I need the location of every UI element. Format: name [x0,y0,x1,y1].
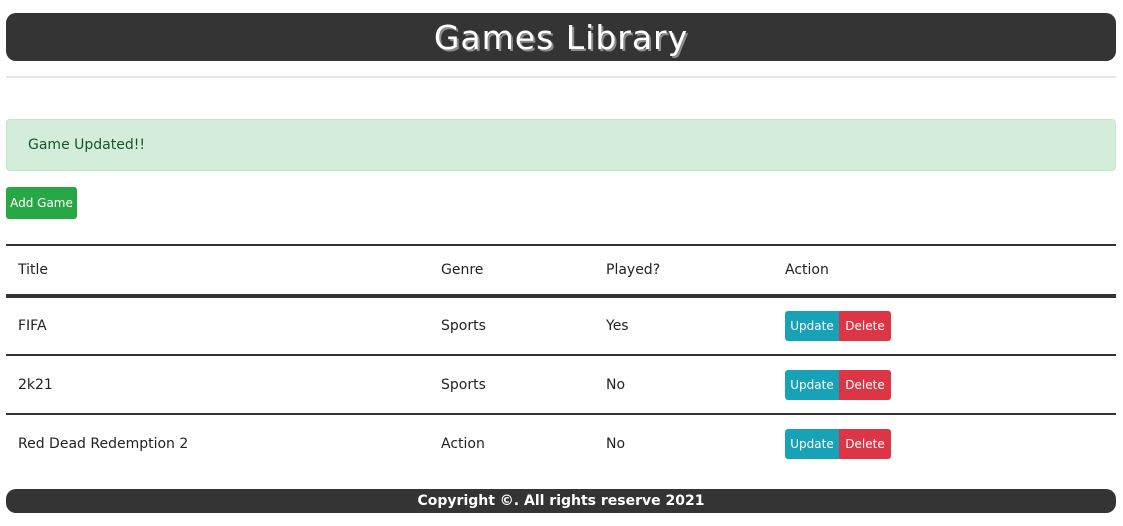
delete-button[interactable]: Delete [839,369,891,400]
row-action-group: Update Delete [785,429,1116,459]
cell-actions: Update Delete [773,355,1116,414]
delete-button[interactable]: Delete [839,311,891,341]
column-header-action: Action [785,262,829,278]
page-title: Games Library [433,17,689,57]
success-alert: Game Updated!! [6,119,1116,171]
cell-actions: Update Delete [773,414,1116,473]
games-table: Title Genre Played? Action FIFA Sports Y… [6,244,1116,473]
cell-genre: Sports [441,318,486,334]
cell-played: Yes [606,318,629,334]
copyright-text: Copyright ©. All rights reserve 2021 [417,493,705,509]
update-button[interactable]: Update [785,369,839,400]
table-row: Red Dead Redemption 2 Action No Update D… [6,414,1116,473]
cell-played: No [606,436,626,452]
add-game-button[interactable]: Add Game [6,187,77,219]
page-header: Games Library [6,13,1116,61]
table-header: Title Genre Played? Action [6,245,1116,296]
row-action-group: Update Delete [785,311,1116,341]
delete-button[interactable]: Delete [839,429,891,459]
update-button[interactable]: Update [785,429,839,459]
cell-genre: Action [441,436,485,452]
cell-title: FIFA [18,318,47,334]
cell-actions: Update Delete [773,296,1116,355]
header-row: Title Genre Played? Action [6,245,1116,296]
page-footer: Copyright ©. All rights reserve 2021 [6,489,1116,513]
table-row: 2k21 Sports No Update Delete [6,355,1116,414]
cell-title: 2k21 [18,376,53,393]
cell-played: No [606,376,626,393]
alert-message: Game Updated!! [28,137,145,153]
row-action-group: Update Delete [785,369,1116,400]
column-header-genre: Genre [441,262,484,278]
cell-title: Red Dead Redemption 2 [18,436,189,452]
column-header-title: Title [18,262,49,278]
table-body: FIFA Sports Yes Update Delete 2k21 Sport… [6,296,1116,473]
games-table-container: Title Genre Played? Action FIFA Sports Y… [6,244,1116,473]
update-button[interactable]: Update [785,311,839,341]
column-header-played: Played? [606,262,661,278]
cell-genre: Sports [441,376,486,393]
divider [6,76,1116,78]
table-row: FIFA Sports Yes Update Delete [6,296,1116,355]
